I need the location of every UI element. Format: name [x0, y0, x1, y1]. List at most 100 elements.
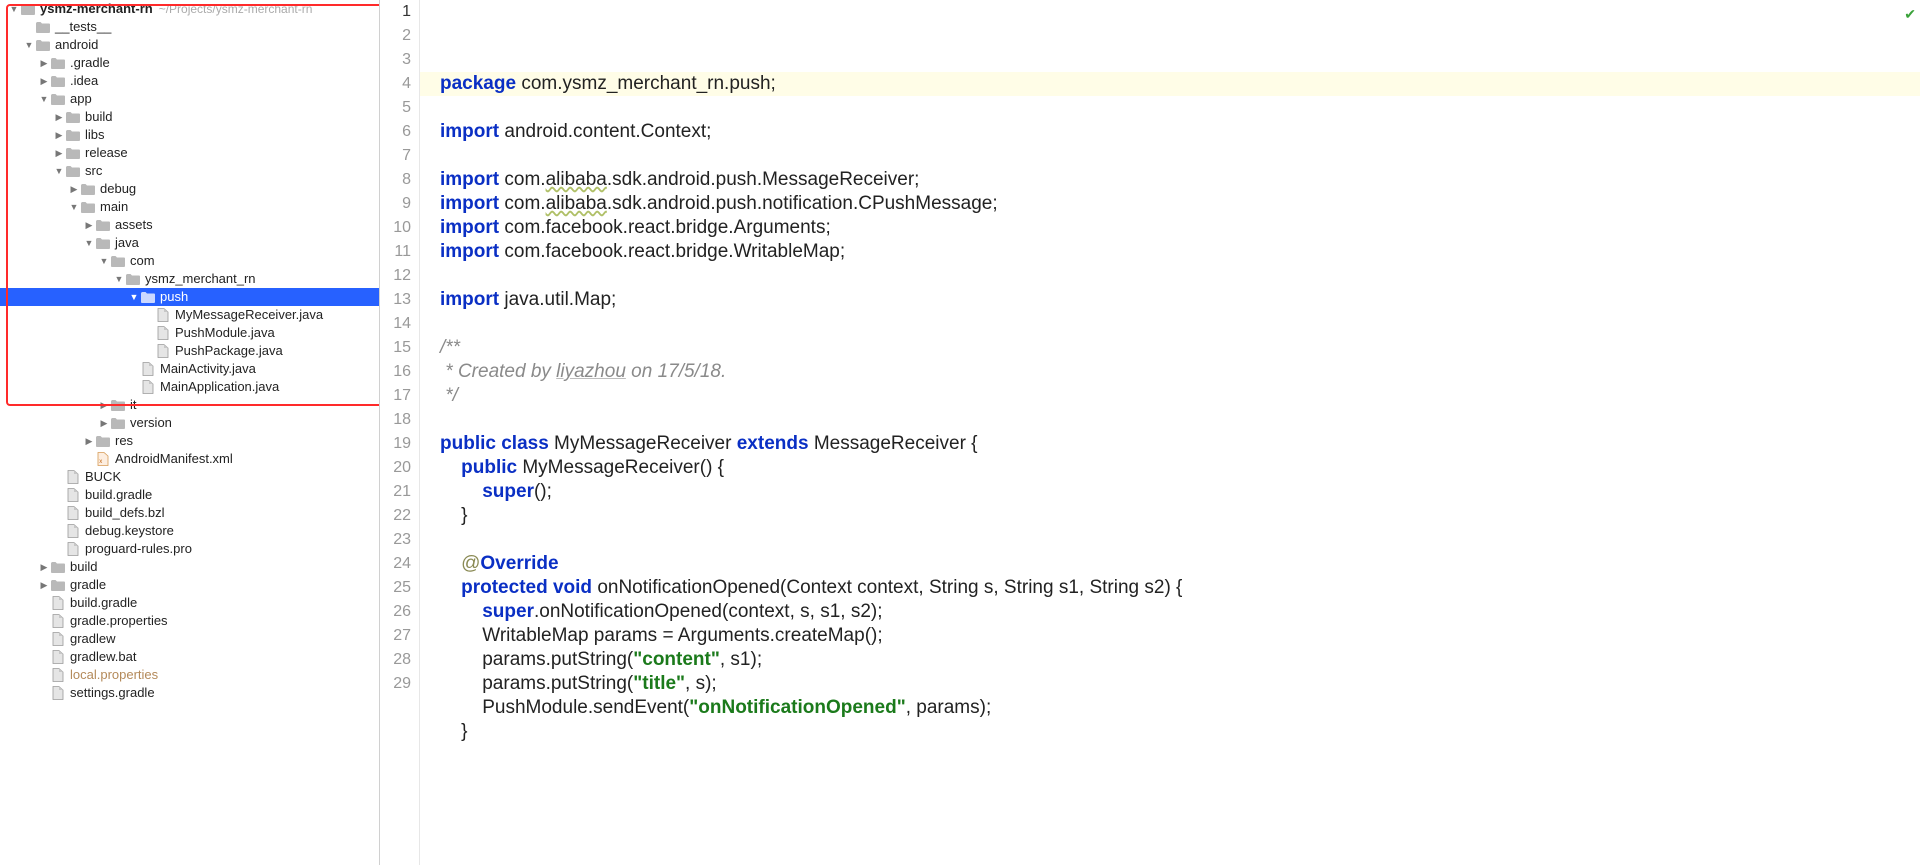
- expand-arrow-icon[interactable]: ▼: [8, 0, 20, 18]
- tree-folder-java[interactable]: ▼java: [0, 234, 379, 252]
- expand-arrow-icon[interactable]: ▼: [23, 36, 35, 54]
- tree-folder-android[interactable]: ▼android: [0, 36, 379, 54]
- tree-file-MainApplication.java[interactable]: MainApplication.java: [0, 378, 379, 396]
- code-line-1[interactable]: package com.ysmz_merchant_rn.push;: [420, 72, 1920, 96]
- code-line-9[interactable]: [420, 264, 1920, 288]
- code-line-12[interactable]: /**: [420, 336, 1920, 360]
- tree-folder-.idea[interactable]: ▶.idea: [0, 72, 379, 90]
- tree-file-MainActivity.java[interactable]: MainActivity.java: [0, 360, 379, 378]
- tree-item-label: main: [100, 198, 128, 216]
- expand-arrow-icon[interactable]: ▶: [53, 144, 65, 162]
- expand-arrow-icon[interactable]: ▼: [128, 288, 140, 306]
- tree-file-debug.keystore[interactable]: debug.keystore: [0, 522, 379, 540]
- code-line-16[interactable]: public class MyMessageReceiver extends M…: [420, 432, 1920, 456]
- expand-arrow-icon[interactable]: ▶: [98, 414, 110, 432]
- tree-folder-ysmz-merchant-rn[interactable]: ▼ysmz-merchant-rn~/Projects/ysmz-merchan…: [0, 0, 379, 18]
- code-line-10[interactable]: import java.util.Map;: [420, 288, 1920, 312]
- tree-item-label: MainApplication.java: [160, 378, 279, 396]
- expand-arrow-icon[interactable]: ▶: [83, 432, 95, 450]
- expand-arrow-icon[interactable]: ▶: [98, 396, 110, 414]
- expand-arrow-icon[interactable]: ▶: [38, 576, 50, 594]
- expand-arrow-icon[interactable]: ▼: [98, 252, 110, 270]
- expand-arrow-icon[interactable]: ▶: [38, 54, 50, 72]
- tree-item-label: ysmz-merchant-rn: [40, 0, 153, 18]
- code-line-4[interactable]: [420, 144, 1920, 168]
- code-line-14[interactable]: */: [420, 384, 1920, 408]
- code-line-27[interactable]: PushModule.sendEvent("onNotificationOpen…: [420, 696, 1920, 720]
- tree-file-build_defs.bzl[interactable]: build_defs.bzl: [0, 504, 379, 522]
- tree-file-build.gradle[interactable]: build.gradle: [0, 594, 379, 612]
- expand-arrow-icon[interactable]: ▼: [83, 234, 95, 252]
- expand-arrow-icon[interactable]: ▶: [38, 558, 50, 576]
- tree-file-MyMessageReceiver.java[interactable]: MyMessageReceiver.java: [0, 306, 379, 324]
- tree-folder-ysmz_merchant_rn[interactable]: ▼ysmz_merchant_rn: [0, 270, 379, 288]
- tree-folder-assets[interactable]: ▶assets: [0, 216, 379, 234]
- tree-folder-it[interactable]: ▶ it: [0, 396, 379, 414]
- tree-item-label: build.gradle: [85, 486, 152, 504]
- project-tree-pane[interactable]: ▼ysmz-merchant-rn~/Projects/ysmz-merchan…: [0, 0, 380, 865]
- tree-folder-build[interactable]: ▶build: [0, 558, 379, 576]
- tree-folder-res[interactable]: ▶res: [0, 432, 379, 450]
- tree-file-PushPackage.java[interactable]: PushPackage.java: [0, 342, 379, 360]
- tree-folder-main[interactable]: ▼ main: [0, 198, 379, 216]
- code-line-19[interactable]: }: [420, 504, 1920, 528]
- expand-arrow-icon[interactable]: ▼: [38, 90, 50, 108]
- tree-file-gradlew.bat[interactable]: gradlew.bat: [0, 648, 379, 666]
- tree-folder-__tests__[interactable]: __tests__: [0, 18, 379, 36]
- expand-arrow-icon[interactable]: ▼: [53, 162, 65, 180]
- code-line-29[interactable]: [420, 744, 1920, 768]
- tree-folder-libs[interactable]: ▶libs: [0, 126, 379, 144]
- code-line-17[interactable]: public MyMessageReceiver() {: [420, 456, 1920, 480]
- tree-folder-.gradle[interactable]: ▶.gradle: [0, 54, 379, 72]
- tree-file-BUCK[interactable]: BUCK: [0, 468, 379, 486]
- tree-file-gradlew[interactable]: gradlew: [0, 630, 379, 648]
- expand-arrow-icon[interactable]: ▶: [83, 216, 95, 234]
- expand-arrow-icon[interactable]: ▶: [53, 126, 65, 144]
- code-line-21[interactable]: @Override: [420, 552, 1920, 576]
- expand-arrow-icon[interactable]: ▶: [38, 72, 50, 90]
- tree-folder-version[interactable]: ▶version: [0, 414, 379, 432]
- tree-folder-build[interactable]: ▶build: [0, 108, 379, 126]
- tree-folder-app[interactable]: ▼app: [0, 90, 379, 108]
- tree-item-label: MyMessageReceiver.java: [175, 306, 323, 324]
- code-line-23[interactable]: super.onNotificationOpened(context, s, s…: [420, 600, 1920, 624]
- code-line-2[interactable]: [420, 96, 1920, 120]
- code-editor[interactable]: ✔ package com.ysmz_merchant_rn.push; imp…: [420, 0, 1920, 865]
- tree-folder-debug[interactable]: ▶debug: [0, 180, 379, 198]
- expand-arrow-icon[interactable]: ▶: [53, 108, 65, 126]
- code-line-7[interactable]: import com.facebook.react.bridge.Argumen…: [420, 216, 1920, 240]
- tree-file-settings.gradle[interactable]: settings.gradle: [0, 684, 379, 702]
- code-line-25[interactable]: params.putString("content", s1);: [420, 648, 1920, 672]
- tree-folder-release[interactable]: ▶release: [0, 144, 379, 162]
- code-line-8[interactable]: import com.facebook.react.bridge.Writabl…: [420, 240, 1920, 264]
- expand-arrow-icon[interactable]: ▼: [113, 270, 125, 288]
- tree-file-AndroidManifest.xml[interactable]: xAndroidManifest.xml: [0, 450, 379, 468]
- code-line-26[interactable]: params.putString("title", s);: [420, 672, 1920, 696]
- code-line-18[interactable]: super();: [420, 480, 1920, 504]
- code-line-13[interactable]: * Created by liyazhou on 17/5/18.: [420, 360, 1920, 384]
- code-line-15[interactable]: [420, 408, 1920, 432]
- gutter-line-7: 7: [380, 144, 419, 168]
- tree-file-gradle.properties[interactable]: gradle.properties: [0, 612, 379, 630]
- tree-item-label: it: [130, 396, 137, 414]
- code-line-5[interactable]: import com.alibaba.sdk.android.push.Mess…: [420, 168, 1920, 192]
- expand-arrow-icon[interactable]: ▶: [68, 180, 80, 198]
- tree-item-label: gradlew: [70, 630, 116, 648]
- tree-folder-push[interactable]: ▼push: [0, 288, 379, 306]
- tree-file-proguard-rules.pro[interactable]: proguard-rules.pro: [0, 540, 379, 558]
- code-line-28[interactable]: }: [420, 720, 1920, 744]
- expand-arrow-icon[interactable]: ▼: [68, 198, 80, 216]
- tree-folder-com[interactable]: ▼com: [0, 252, 379, 270]
- code-line-3[interactable]: import android.content.Context;: [420, 120, 1920, 144]
- code-line-22[interactable]: protected void onNotificationOpened(Cont…: [420, 576, 1920, 600]
- code-line-20[interactable]: [420, 528, 1920, 552]
- gutter-line-26: 26: [380, 600, 419, 624]
- code-line-11[interactable]: [420, 312, 1920, 336]
- tree-file-local.properties[interactable]: local.properties: [0, 666, 379, 684]
- code-line-24[interactable]: WritableMap params = Arguments.createMap…: [420, 624, 1920, 648]
- tree-folder-src[interactable]: ▼src: [0, 162, 379, 180]
- tree-folder-gradle[interactable]: ▶gradle: [0, 576, 379, 594]
- tree-file-build.gradle[interactable]: build.gradle: [0, 486, 379, 504]
- code-line-6[interactable]: import com.alibaba.sdk.android.push.noti…: [420, 192, 1920, 216]
- tree-file-PushModule.java[interactable]: PushModule.java: [0, 324, 379, 342]
